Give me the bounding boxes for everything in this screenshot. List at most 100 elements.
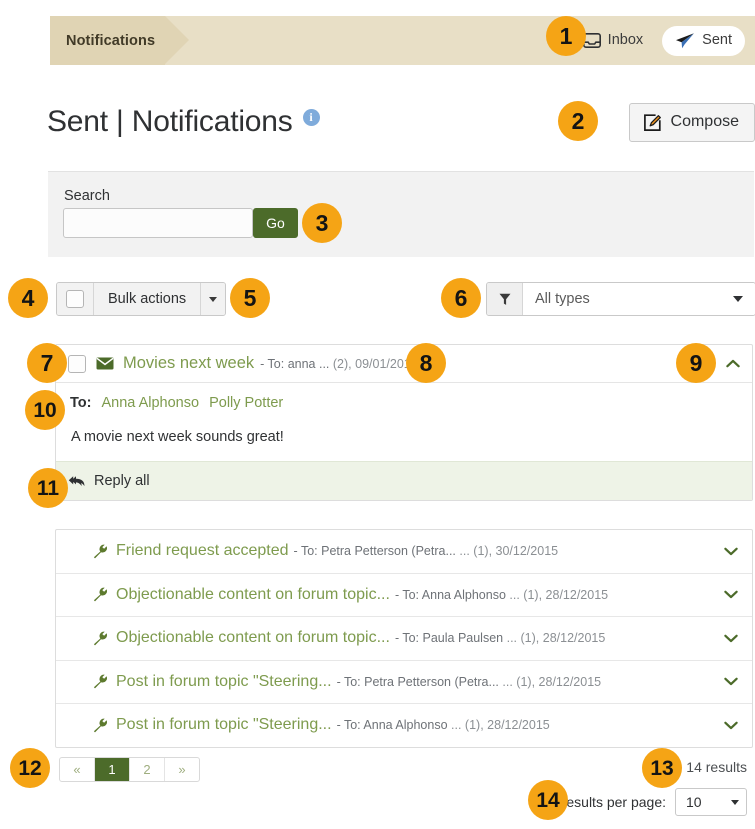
results-per-page-label: Results per page: — [556, 794, 666, 810]
chevron-down-icon[interactable] — [724, 721, 738, 730]
search-go-button[interactable]: Go — [253, 208, 298, 238]
callout-badge-3: 3 — [302, 203, 342, 243]
wrench-icon — [93, 587, 116, 602]
chevron-down-icon[interactable] — [724, 547, 738, 556]
callout-badge-8: 8 — [406, 343, 446, 383]
pagination-page-2[interactable]: 2 — [130, 758, 165, 781]
topbar-nav: Inbox Sent — [570, 25, 755, 56]
list-item-meta: - To: Petra Petterson (Petra... ... (1),… — [294, 544, 559, 558]
list-item-meta-sep: , — [488, 544, 493, 559]
nav-item-sent[interactable]: Sent — [662, 25, 745, 56]
list-item-subject[interactable]: Friend request accepted — [116, 542, 289, 560]
search-panel: Search Go — [48, 171, 754, 257]
list-item-meta-count: (1) — [516, 674, 532, 689]
compose-button-label: Compose — [670, 113, 739, 130]
list-item-subject[interactable]: Objectionable content on forum topic... — [116, 586, 390, 604]
expanded-message-card: Movies next week - To: anna ... (2), 09/… — [55, 344, 753, 501]
recipient-link-1[interactable]: Anna Alphonso — [102, 395, 200, 411]
list-item-meta: - To: Anna Alphonso ... (1), 28/12/2015 — [395, 588, 608, 602]
list-item-meta-date: 28/12/2015 — [542, 631, 606, 646]
list-item[interactable]: Post in forum topic "Steering... - To: P… — [56, 661, 752, 704]
reply-all-icon — [68, 475, 85, 488]
list-item-subject[interactable]: Post in forum topic "Steering... — [116, 673, 332, 691]
notification-list: Friend request accepted - To: Petra Pett… — [55, 529, 753, 748]
message-select-checkbox[interactable] — [68, 354, 86, 373]
caret-down-icon — [733, 296, 743, 302]
type-filter-group: All types — [486, 282, 755, 316]
callout-badge-6: 6 — [441, 278, 481, 318]
list-item-meta-date: 28/12/2015 — [545, 587, 609, 602]
list-item-meta-count: (1) — [464, 718, 481, 733]
pagination-page-1[interactable]: 1 — [95, 758, 130, 781]
nav-item-sent-label: Sent — [702, 32, 732, 49]
bulk-actions-button[interactable]: Bulk actions — [94, 283, 201, 315]
list-item-meta-sep: , — [480, 718, 484, 733]
list-item-meta-sep: , — [538, 587, 543, 602]
list-item-subject[interactable]: Objectionable content on forum topic... — [116, 629, 390, 647]
results-count: 14 results — [686, 759, 747, 775]
bulk-actions-dropdown-toggle[interactable] — [200, 283, 226, 315]
pagination-last[interactable]: » — [165, 758, 199, 781]
list-item-meta-date: 30/12/2015 — [495, 544, 559, 559]
list-item[interactable]: Friend request accepted - To: Petra Pett… — [56, 530, 752, 574]
list-item-meta-ellipsis: ... — [502, 674, 513, 689]
topbar-title: Notifications — [66, 32, 156, 49]
chevron-down-icon[interactable] — [724, 634, 738, 643]
search-label: Search — [64, 188, 110, 204]
list-item-meta-to: - To: Petra Petterson (Petra... — [293, 544, 456, 559]
select-all-cell[interactable] — [57, 283, 94, 315]
search-input[interactable] — [63, 208, 253, 238]
pagination-first[interactable]: « — [60, 758, 95, 781]
callout-badge-10: 10 — [25, 390, 65, 430]
callout-badge-2: 2 — [558, 101, 598, 141]
list-item-meta-count: (1) — [520, 631, 536, 646]
select-all-checkbox[interactable] — [66, 290, 84, 308]
list-item-meta: - To: Anna Alphonso ... (1), 28/12/2015 — [337, 718, 550, 732]
message-subject[interactable]: Movies next week — [123, 354, 254, 373]
funnel-icon — [499, 293, 511, 306]
chevron-down-icon[interactable] — [724, 590, 738, 599]
recipient-link-2[interactable]: Polly Potter — [209, 395, 283, 411]
list-item-meta-ellipsis: ... — [451, 718, 462, 733]
notifications-topbar: Notifications Inbox Sent — [50, 16, 755, 65]
compose-button[interactable]: Compose — [628, 102, 755, 142]
wrench-icon — [93, 674, 116, 689]
list-item-meta-count: (1) — [473, 544, 489, 559]
results-per-page-value: 10 — [686, 794, 702, 810]
caret-down-icon — [209, 296, 218, 302]
message-header-row[interactable]: Movies next week - To: anna ... (2), 09/… — [56, 345, 752, 383]
list-item-meta: - To: Paula Paulsen ... (1), 28/12/2015 — [395, 631, 605, 645]
message-body: To: Anna Alphonso Polly Potter A movie n… — [56, 383, 752, 461]
list-item-meta-sep: , — [531, 674, 536, 689]
list-item[interactable]: Post in forum topic "Steering... - To: A… — [56, 704, 752, 747]
list-item[interactable]: Objectionable content on forum topic... … — [56, 617, 752, 661]
pagination: « 1 2 » — [59, 757, 200, 782]
list-item-subject[interactable]: Post in forum topic "Steering... — [116, 716, 332, 734]
wrench-icon — [93, 718, 116, 733]
list-item[interactable]: Objectionable content on forum topic... … — [56, 574, 752, 617]
pencil-square-icon — [643, 113, 662, 132]
callout-badge-12: 12 — [10, 748, 50, 788]
callout-badge-5: 5 — [230, 278, 270, 318]
bulk-actions-group: Bulk actions — [56, 282, 227, 316]
envelope-icon — [96, 357, 123, 370]
callout-badge-4: 4 — [8, 278, 48, 318]
reply-all-bar[interactable]: Reply all — [56, 461, 752, 500]
message-meta-count: (2) — [332, 356, 349, 371]
nav-item-inbox-label: Inbox — [607, 32, 644, 49]
message-meta-to: - To: anna ... — [260, 356, 330, 371]
topbar-title-tab: Notifications — [50, 16, 190, 65]
wrench-icon — [93, 544, 116, 559]
message-meta-sep: , — [348, 356, 352, 371]
results-per-page-select[interactable]: 10 — [675, 788, 747, 816]
list-item-meta-to: - To: Petra Petterson (Petra... — [336, 674, 499, 689]
list-item-meta-ellipsis: ... — [506, 631, 518, 646]
callout-badge-14: 14 — [528, 780, 568, 820]
chevron-down-icon[interactable] — [724, 677, 738, 686]
caret-down-icon — [731, 799, 739, 805]
info-icon[interactable]: i — [302, 108, 320, 126]
list-item-meta-to: - To: Paula Paulsen — [394, 631, 504, 646]
paper-plane-icon — [675, 32, 695, 50]
chevron-up-icon[interactable] — [726, 359, 740, 368]
type-filter-select[interactable]: All types — [523, 283, 755, 315]
